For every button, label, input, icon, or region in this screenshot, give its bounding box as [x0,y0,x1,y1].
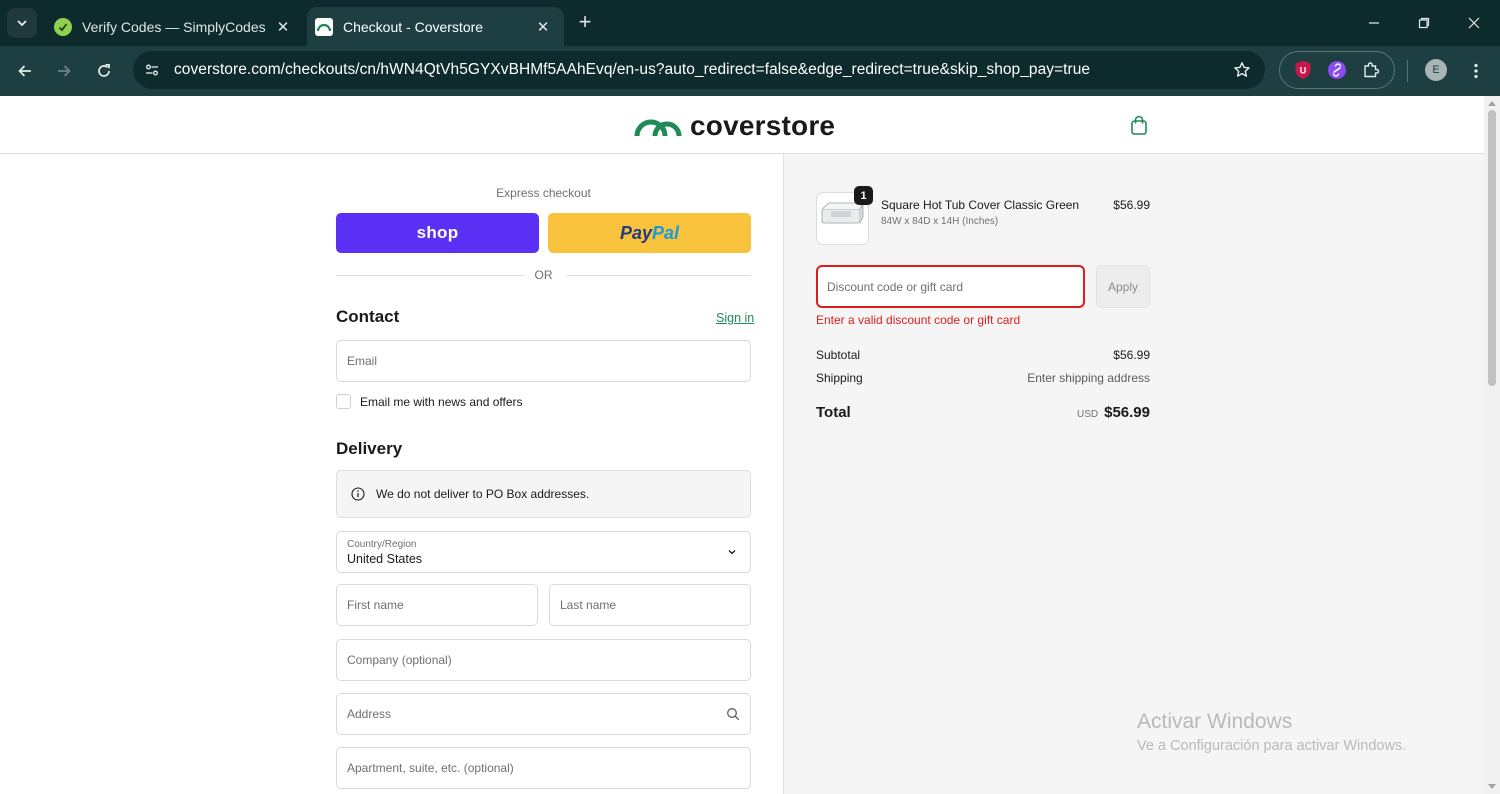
last-name-placeholder: Last name [560,598,617,612]
chevron-down-icon [728,550,736,555]
ublock-shield-icon[interactable]: U [1292,59,1314,81]
tab-title: Checkout - Coverstore [343,18,484,35]
total-currency: USD [1076,409,1099,420]
or-divider: OR [336,268,751,282]
order-summary-panel [783,154,1484,794]
divider-line [566,275,751,276]
forward-arrow-icon[interactable] [50,57,78,85]
email-field[interactable]: Email [336,340,751,382]
paypal-button[interactable]: Pay Pal [548,213,751,253]
watermark-subtitle: Ve a Configuración para activar Windows. [1137,738,1407,754]
checkout-page: coverstore Express checkout shop Pay Pal … [0,96,1484,794]
chevron-down-icon [17,20,27,27]
new-tab-plus-icon[interactable]: + [572,10,598,36]
product-price: $56.99 [1113,198,1150,212]
scroll-down-arrow-icon[interactable] [1488,784,1496,789]
extensions-group: U [1279,51,1395,89]
url-text: coverstore.com/checkouts/cn/hWN4QtVh5GYX… [174,61,1091,78]
apply-discount-button[interactable]: Apply [1096,265,1150,308]
tab-coverstore-checkout[interactable]: Checkout - Coverstore ✕ [307,7,564,46]
email-placeholder: Email [347,354,378,368]
bookmark-star-icon[interactable] [1227,55,1257,85]
apply-label: Apply [1107,279,1139,294]
shipping-row: Shipping Enter shipping address [816,371,1150,385]
newsletter-checkbox[interactable] [336,394,351,409]
brand-name: coverstore [690,110,836,141]
shipping-value: Enter shipping address [1027,371,1150,385]
delivery-heading: Delivery [336,439,403,458]
quantity-badge: 1 [854,186,873,205]
store-header: coverstore [0,96,1484,154]
browser-toolbar: coverstore.com/checkouts/cn/hWN4QtVh5GYX… [0,46,1500,96]
discount-code-input[interactable]: Discount code or gift card [816,265,1085,308]
address-bar[interactable]: coverstore.com/checkouts/cn/hWN4QtVh5GYX… [133,51,1265,89]
scroll-up-arrow-icon[interactable] [1488,101,1496,106]
page-scrollbar[interactable] [1484,96,1500,794]
profile-avatar[interactable]: E [1425,59,1447,81]
reload-icon[interactable] [90,57,118,85]
tab-title: Verify Codes — SimplyCodes [82,18,266,35]
total-value: $56.99 [1104,404,1150,421]
minimize-icon[interactable] [1359,9,1389,37]
subtotal-row: Subtotal $56.99 [816,348,1150,362]
site-settings-icon[interactable] [137,55,167,85]
discount-error-message: Enter a valid discount code or gift card [816,313,1021,327]
shipping-label: Shipping [816,371,863,385]
svg-text:U: U [1300,66,1307,76]
country-region-label: Country/Region [347,539,417,550]
first-name-field[interactable]: First name [336,584,538,626]
coverstore-logo[interactable]: coverstore [634,110,835,142]
close-tab-icon[interactable]: ✕ [272,16,294,38]
shopping-bag-icon[interactable] [1129,114,1149,136]
paypal-label-pal: Pal [652,222,680,243]
address-placeholder: Address [347,707,392,721]
country-region-value: United States [347,552,423,566]
coverstore-arch-logo-icon [634,119,682,137]
close-tab-icon[interactable]: ✕ [532,16,554,38]
discount-placeholder: Discount code or gift card [827,279,964,294]
apartment-placeholder: Apartment, suite, etc. (optional) [347,761,514,775]
simplycodes-favicon-icon [54,17,72,36]
express-checkout-label: Express checkout [496,186,591,200]
watermark-title: Activar Windows [1137,710,1293,733]
close-window-icon[interactable] [1459,9,1489,37]
product-variant: 84W x 84D x 14H (Inches) [881,216,999,227]
last-name-field[interactable]: Last name [549,584,751,626]
po-box-notice-text: We do not deliver to PO Box addresses. [376,487,590,501]
tab-simplycodes[interactable]: Verify Codes — SimplyCodes ✕ [46,7,304,46]
sign-in-link[interactable]: Sign in [716,311,754,325]
newsletter-label: Email me with news and offers [360,394,523,409]
paypal-label-pay: Pay [619,222,652,243]
subtotal-value: $56.99 [1113,348,1150,362]
more-menu-icon[interactable] [1466,59,1486,83]
search-icon [727,708,740,721]
tab-search-button[interactable] [7,8,37,38]
back-arrow-icon[interactable] [11,57,39,85]
po-box-notice: We do not deliver to PO Box addresses. [336,470,751,518]
puzzle-extensions-icon[interactable] [1360,59,1382,81]
company-field[interactable]: Company (optional) [336,639,751,681]
coverstore-favicon-icon [315,17,333,36]
shop-pay-label: shop [416,223,459,242]
newsletter-option[interactable]: Email me with news and offers [336,394,523,409]
restore-icon[interactable] [1409,9,1439,37]
first-name-placeholder: First name [347,598,404,612]
info-icon [351,487,365,501]
link-extension-icon[interactable] [1326,59,1348,81]
company-placeholder: Company (optional) [347,653,452,667]
subtotal-label: Subtotal [816,348,861,362]
browser-title-bar: Verify Codes — SimplyCodes ✕ Checkout - … [0,0,1500,46]
windows-activation-watermark: Activar Windows Ve a Configuración para … [1137,710,1406,754]
shop-pay-button[interactable]: shop [336,213,539,253]
apartment-field[interactable]: Apartment, suite, etc. (optional) [336,747,751,789]
country-region-select[interactable]: Country/Region United States [336,531,751,573]
total-label: Total [816,404,851,421]
toolbar-separator [1407,60,1408,82]
product-name: Square Hot Tub Cover Classic Green [881,198,1080,212]
total-row: Total USD $56.99 [816,404,1150,422]
address-field[interactable]: Address [336,693,751,735]
contact-heading: Contact [336,307,400,326]
scrollbar-thumb[interactable] [1488,110,1496,386]
